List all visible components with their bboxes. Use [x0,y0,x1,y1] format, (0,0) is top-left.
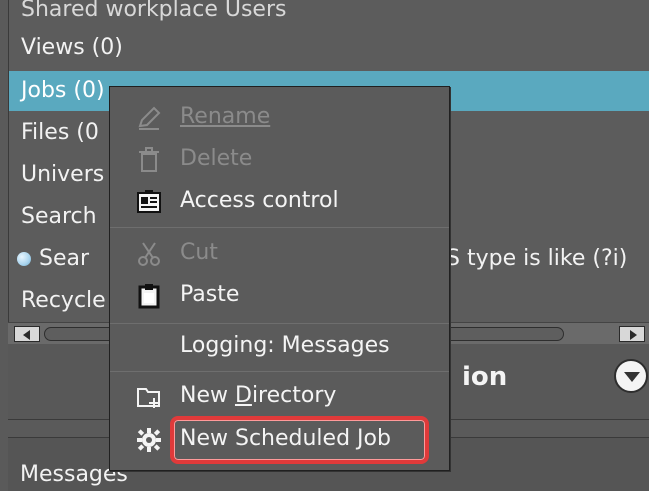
menu-separator [110,323,449,324]
gear-icon [137,428,161,452]
menu-separator [110,227,449,228]
clipboard-icon [138,284,160,309]
search-query-suffix: S type is like (?i) [446,246,628,271]
scroll-left-arrow-icon[interactable] [14,326,40,342]
tree-item-label: Shared workplace Users [21,0,287,22]
menu-item-cut[interactable]: Cut [110,233,449,273]
id-card-icon [137,190,161,213]
tree-item-label: Search [21,204,97,229]
menu-item-label: Paste [180,282,240,307]
menu-item-label: Logging: Messages [180,333,390,358]
menu-item-label: Rename [180,104,271,129]
menu-item-label: Delete [180,146,253,171]
tree-item-label: Jobs (0) [21,78,105,103]
highlight-annotation [170,416,429,464]
scroll-right-arrow-icon[interactable] [619,326,645,342]
trash-icon [139,147,159,172]
label-part: New [180,383,235,408]
menu-item-label: New Directory [180,376,336,416]
menu-item-new-directory[interactable]: New Directory [110,376,449,416]
context-menu: Rename Delete Access control Cut Paste L… [109,86,450,471]
menu-item-access-control[interactable]: Access control [110,181,449,221]
properties-title: ion [462,362,508,392]
tree-item-label: Univers [21,162,105,187]
label-part: irectory [251,383,337,408]
scissors-icon [138,242,160,266]
menu-item-label: Cut [180,240,218,265]
collapse-toggle-icon[interactable] [614,359,648,393]
tree-item-label: Views (0) [21,35,123,60]
app-window: Shared workplace Users Views (0) Jobs (0… [0,0,649,491]
menu-separator [110,371,449,372]
tree-item-shared-workplace-users[interactable]: Shared workplace Users [9,0,649,30]
menu-item-rename[interactable]: Rename [110,97,449,137]
new-folder-icon [137,388,160,408]
menu-item-label: Access control [180,188,339,213]
menu-item-logging-messages[interactable]: Logging: Messages [110,326,449,366]
label-accelerator: D [234,383,252,408]
menu-item-paste[interactable]: Paste [110,275,449,315]
search-icon [17,252,31,266]
tree-item-views[interactable]: Views (0) [9,28,649,68]
menu-item-delete[interactable]: Delete [110,139,449,179]
tree-item-label: Recycle [21,288,106,313]
tree-item-label: Files (0 [21,120,99,145]
pencil-icon [138,106,161,130]
tree-item-label: Sear [39,246,90,271]
